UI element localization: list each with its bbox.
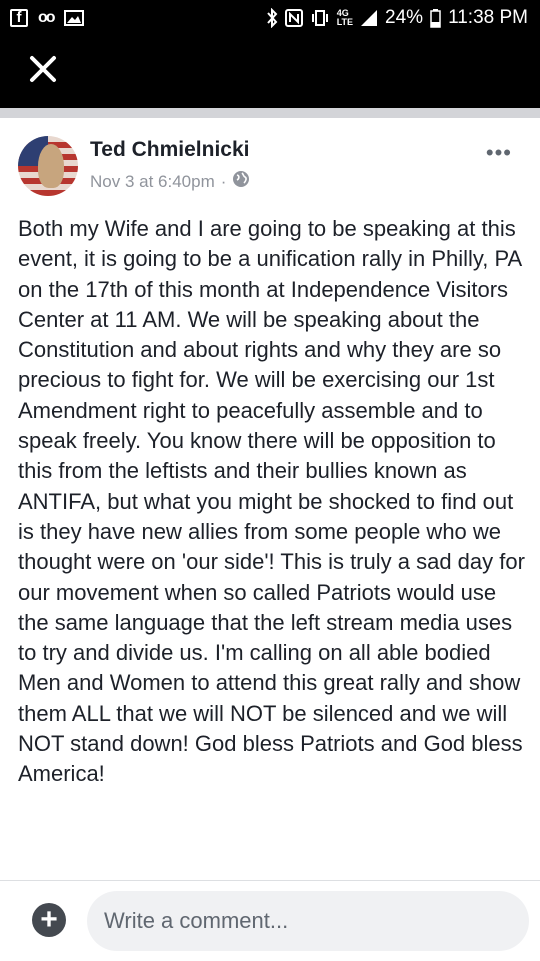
voicemail-icon: oo [38, 9, 55, 26]
post-body: Both my Wife and I are going to be speak… [18, 216, 525, 787]
4g-lte-icon: 4G LTE [336, 8, 354, 27]
battery-percent: 24% [385, 7, 424, 28]
add-attachment-button[interactable]: + [32, 903, 66, 937]
nfc-icon [284, 9, 303, 27]
battery-icon [430, 8, 441, 28]
vibrate-icon [310, 9, 330, 27]
meta-separator: · [220, 171, 227, 191]
close-icon[interactable] [28, 54, 58, 84]
comment-input[interactable] [87, 891, 529, 951]
section-divider [0, 108, 540, 118]
author-name[interactable]: Ted Chmielnicki [90, 138, 249, 162]
notification-icons: f oo [0, 9, 84, 27]
system-icons: 4G LTE 24% 11:38 PM [266, 7, 540, 29]
avatar[interactable] [18, 136, 78, 196]
signal-icon [360, 9, 378, 27]
globe-icon [232, 170, 250, 193]
top-bar [0, 36, 540, 108]
bluetooth-icon [266, 8, 278, 28]
post-timestamp[interactable]: Nov 3 at 6:40pm [90, 172, 215, 192]
status-bar: f oo 4G LTE 24% 11:38 PM [0, 0, 540, 36]
comment-bar: + [0, 880, 540, 961]
image-icon [63, 10, 84, 26]
facebook-icon: f [10, 9, 28, 27]
clock: 11:38 PM [448, 7, 528, 28]
more-options-button[interactable]: ••• [486, 140, 512, 166]
post-meta: Nov 3 at 6:40pm · [90, 170, 250, 193]
